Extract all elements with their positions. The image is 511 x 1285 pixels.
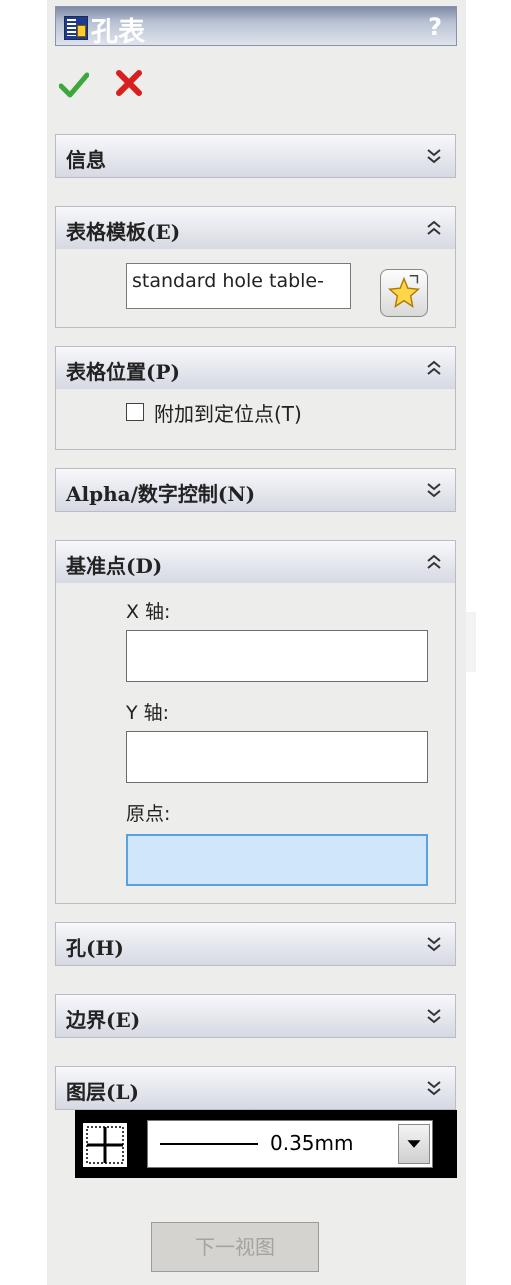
- section-holes: 孔(H): [55, 922, 456, 966]
- cancel-x-icon[interactable]: [114, 68, 144, 98]
- section-layer: 图层(L): [55, 1066, 456, 1110]
- chevron-up-icon[interactable]: [425, 359, 443, 377]
- section-border-header[interactable]: 边界(E): [56, 995, 455, 1037]
- chevron-up-icon[interactable]: [425, 219, 443, 237]
- dropdown-button[interactable]: [398, 1124, 430, 1164]
- chevron-down-icon[interactable]: [425, 935, 443, 953]
- scroll-grip[interactable]: [466, 612, 476, 672]
- border-grid-icon[interactable]: [83, 1123, 127, 1167]
- chevron-down-icon[interactable]: [425, 147, 443, 165]
- section-layer-header[interactable]: 图层(L): [56, 1067, 455, 1109]
- section-template-label: 表格模板(E): [66, 220, 181, 244]
- section-template-header[interactable]: 表格模板(E): [56, 207, 455, 249]
- x-axis-label: X 轴:: [126, 601, 171, 623]
- chevron-down-icon[interactable]: [425, 1007, 443, 1025]
- section-datum-label: 基准点(D): [66, 554, 163, 578]
- section-table-template: 表格模板(E) standard hole table-: [55, 206, 456, 328]
- help-button[interactable]: ?: [428, 13, 442, 41]
- section-datum: 基准点(D) X 轴: Y 轴: 原点:: [55, 540, 456, 904]
- section-alpha-header[interactable]: Alpha/数字控制(N): [56, 469, 455, 511]
- section-holes-label: 孔(H): [66, 936, 124, 960]
- section-border: 边界(E): [55, 994, 456, 1038]
- section-position-label: 表格位置(P): [66, 360, 180, 384]
- section-alpha-control: Alpha/数字控制(N): [55, 468, 456, 512]
- line-weight-select[interactable]: 0.35mm: [147, 1120, 433, 1168]
- y-axis-label: Y 轴:: [126, 702, 170, 724]
- attach-anchor-label: 附加到定位点(T): [154, 402, 302, 426]
- layer-toolbar: 0.35mm: [75, 1110, 457, 1178]
- section-datum-header[interactable]: 基准点(D): [56, 541, 455, 583]
- section-info-label: 信息: [66, 148, 106, 172]
- next-view-button[interactable]: 下一视图: [151, 1222, 319, 1272]
- panel-title: 孔表: [91, 17, 145, 48]
- template-input[interactable]: standard hole table-: [126, 263, 351, 309]
- section-holes-header[interactable]: 孔(H): [56, 923, 455, 965]
- section-border-label: 边界(E): [66, 1008, 141, 1032]
- origin-field[interactable]: [126, 834, 428, 886]
- dropdown-arrow-icon: [407, 1140, 421, 1148]
- chevron-down-icon[interactable]: [425, 481, 443, 499]
- line-weight-value: 0.35mm: [270, 1131, 354, 1155]
- ok-checkmark-icon[interactable]: [59, 72, 89, 98]
- x-axis-field[interactable]: [126, 630, 428, 682]
- favorite-button[interactable]: [380, 269, 428, 317]
- hole-table-icon: [64, 16, 88, 40]
- section-table-position: 表格位置(P) 附加到定位点(T): [55, 346, 456, 450]
- star-icon: [387, 275, 421, 308]
- property-manager-panel: 孔表 ? 信息 表格模板(E) standard hole table- 表格位…: [47, 0, 466, 1285]
- section-info: 信息: [55, 134, 456, 178]
- section-position-header[interactable]: 表格位置(P): [56, 347, 455, 389]
- line-sample: [160, 1143, 258, 1145]
- origin-label: 原点:: [126, 803, 171, 825]
- chevron-up-icon[interactable]: [425, 553, 443, 571]
- section-alpha-label: Alpha/数字控制(N): [66, 482, 256, 506]
- y-axis-field[interactable]: [126, 731, 428, 783]
- attach-anchor-checkbox[interactable]: [126, 403, 144, 421]
- section-info-header[interactable]: 信息: [56, 135, 455, 177]
- section-layer-label: 图层(L): [66, 1080, 139, 1104]
- chevron-down-icon[interactable]: [425, 1079, 443, 1097]
- title-bar: 孔表 ?: [55, 6, 457, 48]
